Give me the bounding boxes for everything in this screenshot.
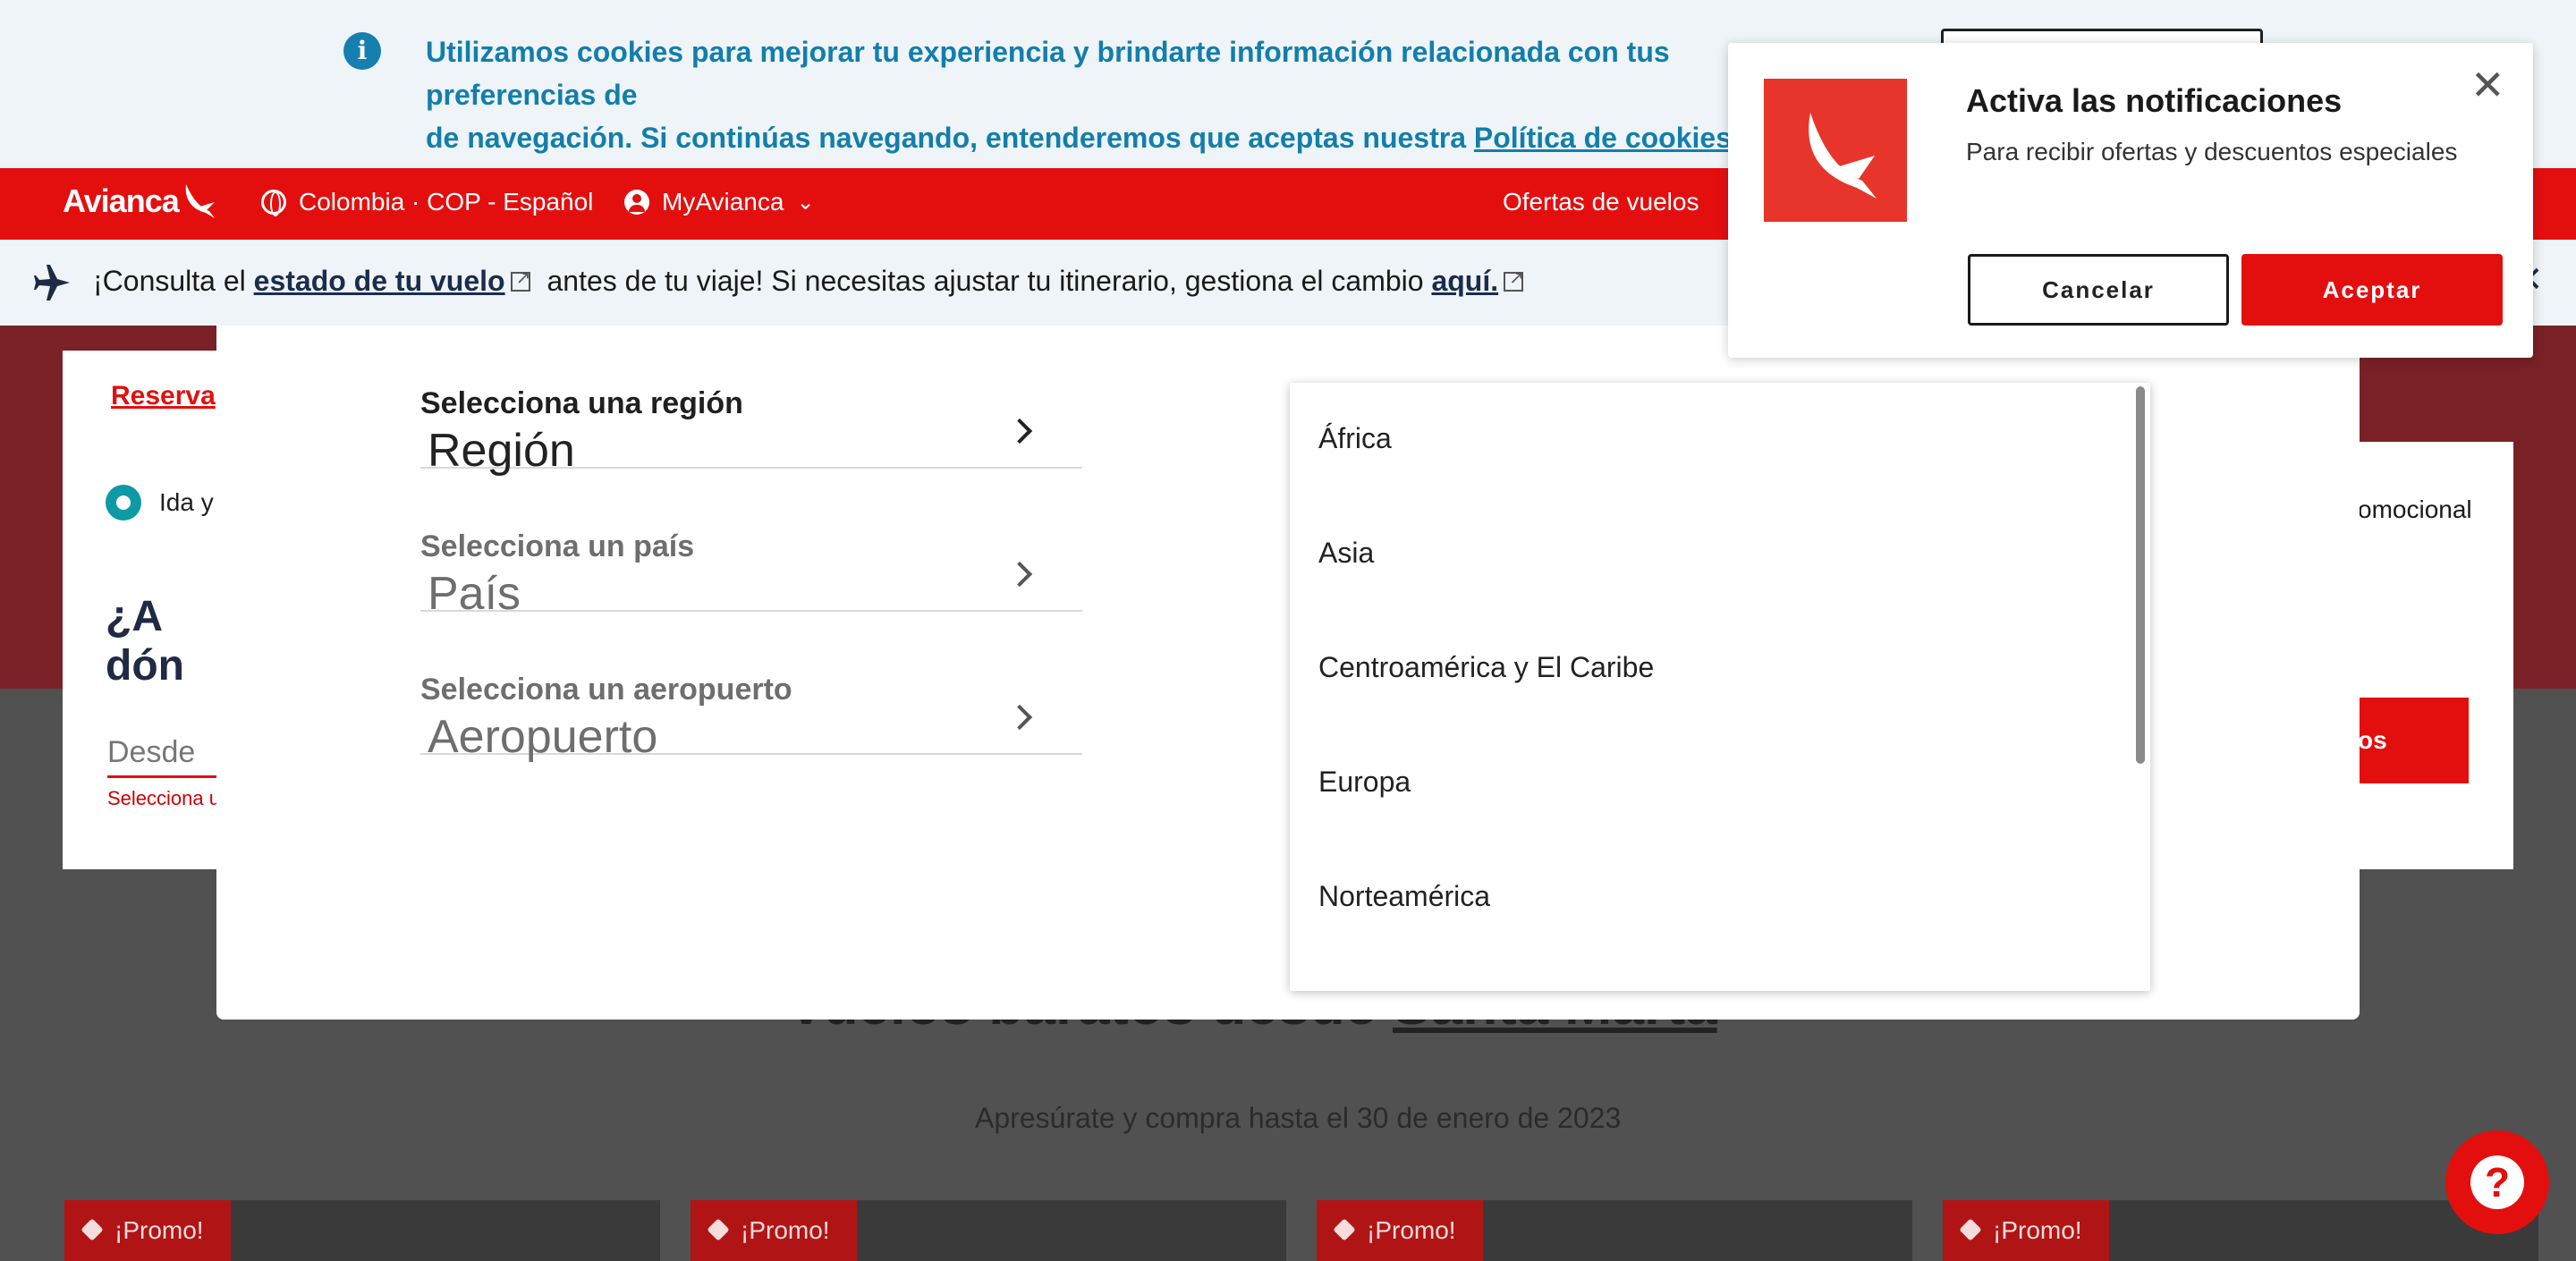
airplane-icon xyxy=(34,265,70,300)
question-icon: ? xyxy=(2470,1155,2524,1209)
promo-badge: ¡Promo! xyxy=(64,1200,231,1261)
from-error: Selecciona u xyxy=(107,787,220,809)
list-item[interactable]: Centroamérica y El Caribe xyxy=(1318,651,1654,684)
search-flights-button[interactable]: os xyxy=(2358,698,2469,783)
notification-subtitle: Para recibir ofertas y descuentos especi… xyxy=(1966,138,2458,165)
flight-status-link[interactable]: estado de tu vuelo xyxy=(254,265,505,297)
region-field[interactable]: Selecciona una región Región xyxy=(420,326,1082,477)
myavianca-label: MyAvianca xyxy=(662,188,784,216)
list-item[interactable]: África xyxy=(1318,422,1392,455)
section-subtitle: Apresúrate y compra hasta el 30 de enero… xyxy=(975,1102,1622,1134)
airport-field[interactable]: Selecciona un aeropuerto Aeropuerto xyxy=(420,612,1082,763)
list-item[interactable]: Norteamérica xyxy=(1318,880,1490,913)
user-icon xyxy=(624,190,649,215)
bird-logo-icon xyxy=(1809,113,1877,199)
cookie-message: Utilizamos cookies para mejorar tu exper… xyxy=(426,30,1821,159)
external-link-icon xyxy=(510,267,530,292)
country-field-label: Selecciona un país xyxy=(420,529,695,563)
airport-field-label: Selecciona un aeropuerto xyxy=(420,673,792,707)
chevron-right-icon xyxy=(1006,418,1033,444)
region-list[interactable]: África Asia Centroamérica y El Caribe Eu… xyxy=(1290,383,2150,991)
chevron-right-icon xyxy=(1006,704,1033,731)
booking-tab[interactable]: Reserva xyxy=(111,381,216,411)
avianca-logo[interactable]: Avianca xyxy=(63,182,180,220)
info-icon: i xyxy=(343,32,381,70)
avianca-bird-icon xyxy=(1764,79,1907,222)
cookie-text-line2: de navegación. Si continúas navegando, e… xyxy=(426,122,1474,154)
alert-message: ¡Consulta el estado de tu vuelo antes de… xyxy=(93,265,1532,298)
promo-badge: ¡Promo! xyxy=(691,1200,857,1261)
destination-selector: Selecciona una región Región Selecciona … xyxy=(216,326,2360,1020)
promo-tile[interactable]: ¡Promo! xyxy=(1943,1200,2538,1261)
cookie-policy-link[interactable]: Política de cookies xyxy=(1474,122,1732,154)
region-selector-label: Colombia · COP - Español xyxy=(299,188,594,216)
region-field-label: Selecciona una región xyxy=(420,386,743,420)
chevron-right-icon xyxy=(1006,561,1033,588)
booking-question: ¿A dón xyxy=(106,593,184,690)
notification-title: Activa las notificaciones xyxy=(1966,82,2343,119)
bird-logo-icon xyxy=(185,184,215,218)
list-item[interactable]: Asia xyxy=(1318,537,1374,570)
notification-prompt: Activa las notificaciones Para recibir o… xyxy=(1728,43,2533,358)
region-selector[interactable]: Colombia · COP - Español xyxy=(261,188,593,216)
promo-badge: ¡Promo! xyxy=(1317,1200,1483,1261)
list-scrollbar[interactable] xyxy=(2136,386,2145,764)
promo-tile[interactable]: ¡Promo! xyxy=(1317,1200,1912,1261)
promo-code-label: omocional xyxy=(2358,495,2472,523)
accept-button[interactable]: Aceptar xyxy=(2241,254,2503,326)
offers-label: Ofertas de vuelos xyxy=(1503,188,1699,216)
airport-field-value: Aeropuerto xyxy=(428,711,658,763)
list-item[interactable]: Europa xyxy=(1318,766,1411,799)
close-icon[interactable]: ✕ xyxy=(2470,64,2505,106)
from-input[interactable]: Desde xyxy=(107,735,224,778)
globe-icon xyxy=(261,190,286,216)
promo-tile[interactable]: ¡Promo! xyxy=(64,1200,660,1261)
promo-badge: ¡Promo! xyxy=(1943,1200,2109,1261)
cookie-text-line1: Utilizamos cookies para mejorar tu exper… xyxy=(426,36,1670,111)
cancel-button[interactable]: Cancelar xyxy=(1968,254,2229,326)
nav-offers-link[interactable]: Ofertas de vuelos xyxy=(1503,188,1699,216)
myavianca-menu[interactable]: MyAvianca ⌄ xyxy=(624,188,815,216)
country-field[interactable]: Selecciona un país País xyxy=(420,469,1082,620)
promo-tile[interactable]: ¡Promo! xyxy=(691,1200,1286,1261)
round-trip-radio[interactable] xyxy=(106,485,141,520)
booking-card-right: omocional os xyxy=(2358,442,2513,869)
external-link-icon xyxy=(1504,267,1524,292)
round-trip-label: Ida y xyxy=(159,488,214,516)
alert-prefix: ¡Consulta el xyxy=(93,265,254,297)
chevron-down-icon: ⌄ xyxy=(796,190,815,215)
help-button[interactable]: ? xyxy=(2445,1130,2549,1234)
change-here-link[interactable]: aquí. xyxy=(1431,265,1498,297)
alert-middle: antes de tu viaje! Si necesitas ajustar … xyxy=(538,265,1432,297)
booking-card: Reserva Ida y ¿A dón Desde Selecciona u xyxy=(63,351,224,869)
